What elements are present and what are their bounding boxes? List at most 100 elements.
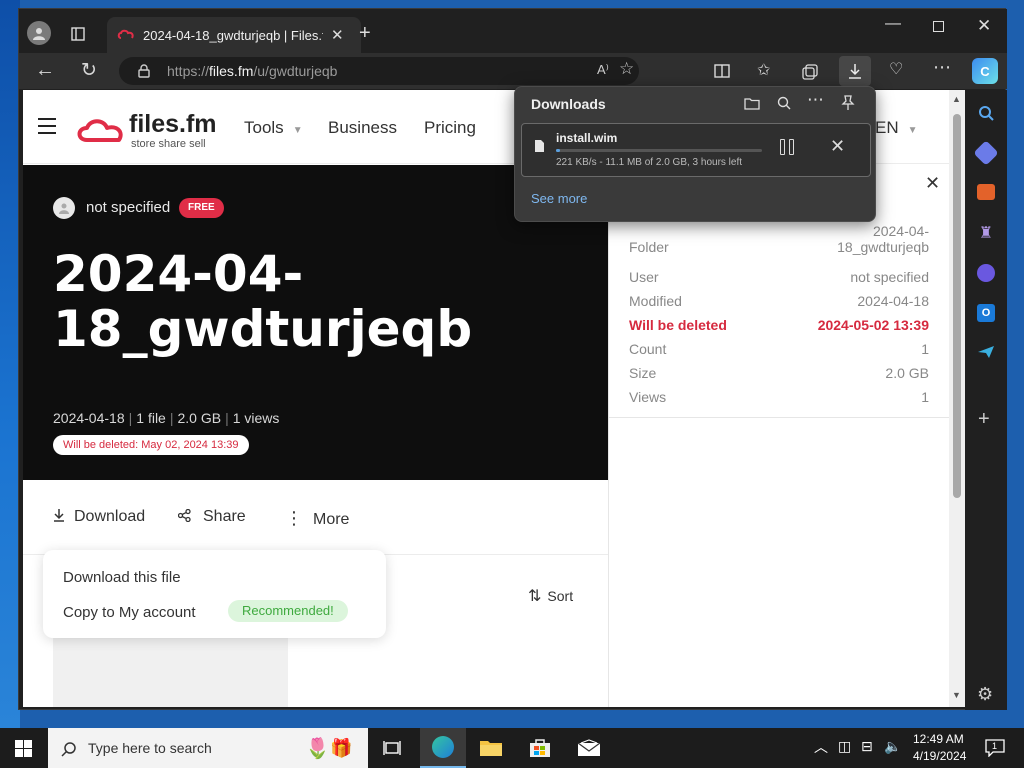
meta-date: 2024-04-18 [53, 410, 125, 426]
clock-date[interactable]: 4/19/2024 [913, 749, 966, 763]
sidebar-settings-icon[interactable]: ⚙ [977, 684, 993, 705]
download-menu: Download this file Copy to My account Re… [43, 550, 386, 638]
tray-meet-icon[interactable]: ◫ [838, 738, 851, 755]
split-screen-icon[interactable] [713, 63, 731, 79]
sidebar-search-icon[interactable] [977, 104, 995, 122]
downloads-more-icon[interactable]: ⋯ [807, 90, 824, 110]
prop-views-value: 1 [921, 389, 929, 405]
taskbar-mail-icon[interactable] [576, 737, 602, 759]
task-view-icon[interactable] [382, 739, 402, 757]
settings-more-icon[interactable]: ⋯ [933, 57, 951, 78]
deletion-notice: Will be deleted: May 02, 2024 13:39 [53, 435, 249, 455]
menu-hamburger-icon[interactable] [38, 118, 56, 134]
download-button[interactable]: Download [53, 508, 145, 526]
nav-tools[interactable]: Tools ▼ [244, 118, 303, 138]
folder-meta: 2024-04-18 | 1 file | 2.0 GB | 1 views [53, 410, 280, 426]
windows-start-icon[interactable] [14, 739, 32, 757]
taskbar-file-explorer-icon[interactable] [478, 737, 504, 759]
pause-icon[interactable] [780, 139, 794, 155]
sidebar-tools-icon[interactable] [977, 184, 995, 200]
maximize-icon[interactable] [933, 21, 944, 32]
tray-volume-icon[interactable]: 🔈 [884, 738, 901, 755]
profile-avatar-icon[interactable] [27, 21, 51, 45]
toolbar: ← ↻ https://files.fm/u/gwdturjeqb A⁾ ☆ ✩… [19, 53, 1007, 89]
browser-window: 2024-04-18_gwdturjeqb | Files.fm ✕ + — ✕… [18, 8, 1007, 710]
tab-close-icon[interactable]: ✕ [331, 26, 344, 44]
scroll-thumb[interactable] [953, 114, 961, 498]
nav-business[interactable]: Business [328, 118, 397, 138]
download-icon [54, 509, 64, 522]
prop-folder-label: Folder [629, 239, 669, 255]
close-window-icon[interactable]: ✕ [977, 16, 991, 36]
sidebar-add-icon[interactable]: + [978, 408, 990, 431]
read-aloud-icon[interactable]: A⁾ [597, 62, 609, 78]
notification-center-icon[interactable]: 1 [984, 738, 1006, 758]
nav-pricing[interactable]: Pricing [424, 118, 476, 138]
copy-to-account-option[interactable]: Copy to My account [63, 604, 196, 621]
download-item[interactable]: install.wim 221 KB/s - 11.1 MB of 2.0 GB… [521, 123, 871, 177]
prop-user-value: not specified [850, 269, 929, 285]
prop-user-label: User [629, 269, 659, 285]
taskbar-edge-icon[interactable] [420, 728, 466, 768]
download-progress [556, 149, 762, 152]
back-icon[interactable]: ← [35, 59, 55, 82]
sidebar-shopping-icon[interactable] [973, 140, 999, 166]
sort-button[interactable]: ⇅ Sort [528, 586, 573, 606]
lock-icon[interactable] [137, 64, 151, 78]
prop-size-label: Size [629, 365, 657, 381]
scroll-up-icon[interactable]: ▲ [952, 94, 961, 104]
new-tab-icon[interactable]: + [359, 22, 371, 45]
refresh-icon[interactable]: ↻ [81, 59, 97, 82]
logo-text: files.fm [129, 110, 217, 138]
copilot-icon[interactable]: C [972, 58, 998, 84]
prop-deleted-label: Will be deleted [629, 317, 727, 333]
tab-actions-icon[interactable] [69, 25, 87, 43]
address-bar[interactable]: https://files.fm/u/gwdturjeqb A⁾ ☆ [119, 57, 639, 85]
tray-network-icon[interactable]: ⊟ [861, 738, 873, 755]
close-panel-icon[interactable]: ✕ [925, 173, 940, 194]
prop-count-label: Count [629, 341, 667, 357]
plan-badge: FREE [179, 198, 224, 218]
sidebar-m365-icon[interactable] [977, 264, 995, 282]
sidebar-outlook-icon[interactable]: O [977, 304, 995, 322]
share-button[interactable]: Share [177, 508, 246, 526]
taskbar-search[interactable]: Type here to search 🌷 🎁 [48, 728, 368, 768]
download-file-name: install.wim [556, 131, 618, 145]
tray-overflow-icon[interactable]: ︿ [814, 737, 828, 757]
favorites-icon[interactable]: ✩ [757, 60, 770, 80]
notification-count: 1 [992, 741, 998, 751]
search-downloads-icon[interactable] [776, 95, 792, 111]
download-status: 221 KB/s - 11.1 MB of 2.0 GB, 3 hours le… [556, 157, 743, 168]
see-more-link[interactable]: See more [531, 191, 587, 206]
taskbar-search-icon [60, 740, 78, 758]
downloads-icon[interactable] [839, 56, 871, 86]
sidebar-games-icon[interactable]: ♜ [977, 224, 995, 242]
scroll-down-icon[interactable]: ▼ [952, 690, 961, 700]
tab-active[interactable]: 2024-04-18_gwdturjeqb | Files.fm ✕ [107, 17, 361, 53]
downloads-flyout: Downloads ⋯ install.wim 221 KB/s - 11.1 … [514, 86, 876, 222]
download-this-file-option[interactable]: Download this file [63, 569, 181, 586]
windows-taskbar: Type here to search 🌷 🎁 ︿ ◫ ⊟ 🔈 12:49 AM … [0, 728, 1024, 768]
taskbar-store-icon[interactable] [528, 737, 552, 759]
recommended-badge: Recommended! [228, 600, 348, 622]
panel-divider [609, 417, 949, 418]
language-selector[interactable]: EN ▼ [875, 118, 918, 138]
sort-icon: ⇅ [528, 588, 542, 605]
minimize-icon[interactable]: — [885, 15, 901, 33]
files-fm-favicon-icon [117, 27, 135, 43]
more-button[interactable]: ⋮ More [285, 508, 349, 529]
owner-avatar-icon [53, 197, 75, 219]
clock-time[interactable]: 12:49 AM [913, 732, 964, 746]
prop-count-value: 1 [921, 341, 929, 357]
tab-bar: 2024-04-18_gwdturjeqb | Files.fm ✕ + — ✕ [19, 9, 1007, 53]
pin-icon[interactable] [840, 94, 856, 111]
open-folder-icon[interactable] [743, 95, 761, 111]
browser-essentials-icon[interactable]: ♡ [889, 59, 903, 79]
site-logo[interactable]: files.fm store share sell [75, 110, 235, 150]
cancel-download-icon[interactable]: ✕ [830, 136, 845, 157]
page-scrollbar[interactable]: ▲ ▼ [949, 90, 965, 707]
sidebar-drop-icon[interactable] [977, 344, 995, 360]
collections-icon[interactable] [801, 63, 819, 81]
favorite-star-icon[interactable]: ☆ [619, 59, 634, 79]
prop-modified-label: Modified [629, 293, 682, 309]
